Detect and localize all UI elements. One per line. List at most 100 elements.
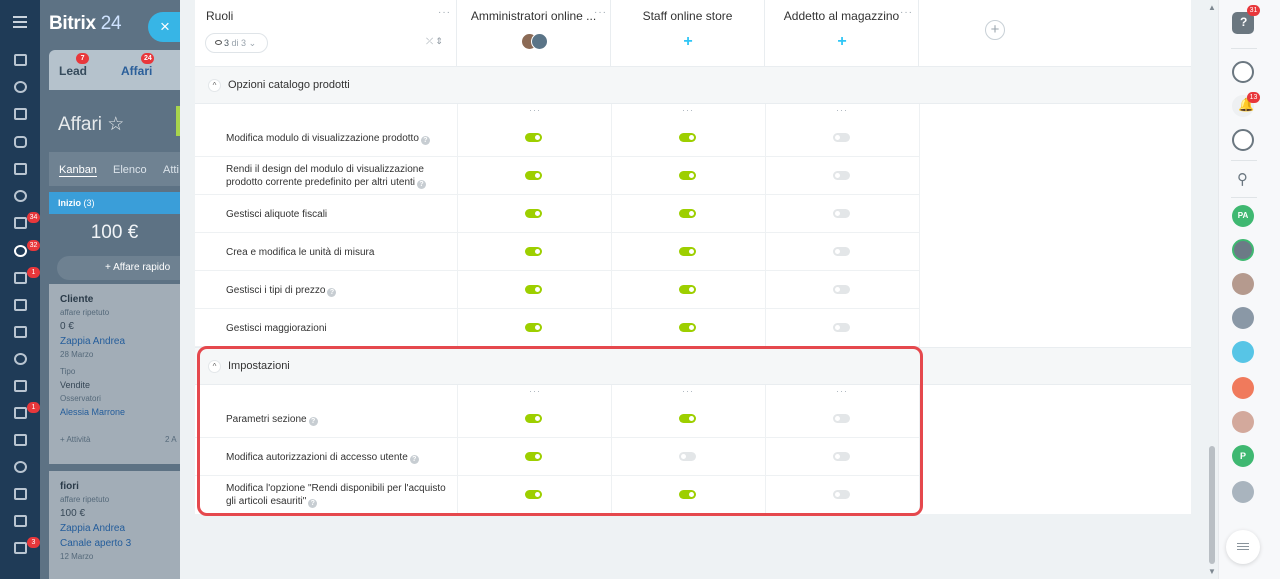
permission-toggle[interactable] [833, 247, 850, 256]
permission-toggle[interactable] [679, 323, 696, 332]
deal-title[interactable]: Cliente [60, 292, 169, 307]
vertical-scrollbar[interactable]: ▲ ▼ [1206, 0, 1218, 579]
avatar[interactable] [1232, 481, 1254, 503]
permission-toggle[interactable] [525, 209, 542, 218]
tab-lead[interactable]: Lead 7 [59, 53, 90, 78]
target-icon[interactable] [14, 190, 27, 202]
analytics-icon[interactable] [14, 515, 27, 527]
deal-contact[interactable]: Zappia Andrea [60, 521, 169, 536]
permission-toggle[interactable] [679, 247, 696, 256]
scroll-up-icon[interactable]: ▲ [1208, 3, 1216, 12]
more-icon[interactable]: ··· [529, 105, 541, 115]
chat-avatar[interactable] [1232, 341, 1254, 363]
drive-icon[interactable] [14, 326, 27, 338]
more-icon[interactable]: ··· [682, 105, 694, 115]
permission-toggle[interactable] [679, 285, 696, 294]
crm-icon[interactable] [14, 245, 27, 257]
deal-observers-value[interactable]: Alessia Marrone [60, 405, 169, 420]
permission-toggle[interactable] [833, 171, 850, 180]
permission-toggle[interactable] [679, 209, 696, 218]
scroll-down-icon[interactable]: ▼ [1208, 567, 1216, 576]
nav-badge: 3 [27, 537, 40, 548]
permission-text: Gestisci aliquote fiscali [226, 209, 328, 220]
permission-toggle[interactable] [833, 133, 850, 142]
avatar[interactable]: P [1232, 445, 1254, 467]
close-slider-button[interactable]: × [148, 12, 182, 42]
add-member-icon[interactable]: + [681, 34, 695, 50]
messenger-icon[interactable] [1232, 129, 1254, 151]
help-icon[interactable]: ? [417, 180, 426, 189]
collapse-expand-icon[interactable]: ⤫⇕ [426, 36, 445, 47]
permission-toggle[interactable] [525, 247, 542, 256]
feed-icon[interactable] [14, 81, 27, 93]
inbox-icon[interactable] [14, 272, 27, 284]
more-icon[interactable]: ··· [438, 7, 451, 18]
permission-toggle[interactable] [679, 171, 696, 180]
permission-toggle[interactable] [833, 285, 850, 294]
contact-center-icon[interactable] [14, 299, 27, 311]
section-header[interactable]: ^ Opzioni catalogo prodotti [195, 66, 1191, 104]
help-icon[interactable]: ? [327, 288, 337, 297]
checklist-icon[interactable] [14, 217, 27, 229]
kanban-column-header[interactable]: Inizio (3) [49, 192, 180, 214]
permission-toggle[interactable] [833, 209, 850, 218]
crm-background: Bitrix 24 × Lead 7 Affari 24 Affari ☆ Ka… [40, 0, 197, 579]
permission-label: Gestisci aliquote fiscali [226, 208, 446, 221]
expand-menu-button[interactable] [1226, 530, 1260, 564]
avatar[interactable] [1232, 239, 1254, 261]
tasks-icon[interactable] [14, 108, 27, 120]
role-members-avatars[interactable] [521, 33, 549, 51]
contact-avatar[interactable] [1232, 411, 1254, 433]
deal-title[interactable]: fiori [60, 479, 169, 494]
role-name[interactable]: Staff online store [611, 9, 764, 23]
more-icon[interactable]: ··· [900, 7, 913, 18]
mail-icon[interactable] [14, 407, 27, 419]
logo-number: 24 [100, 13, 122, 34]
add-activity-link[interactable]: + Attività [60, 435, 90, 444]
view-attivita[interactable]: Atti [163, 164, 179, 176]
role-filter-selector[interactable]: 3 di 3 ⌄ [205, 33, 268, 53]
calendar-icon[interactable] [14, 163, 27, 175]
deal-contact[interactable]: Zappia Andrea [60, 334, 169, 349]
star-icon[interactable]: ☆ [107, 114, 124, 135]
avatar[interactable] [1232, 273, 1254, 295]
more-icon[interactable]: ··· [836, 105, 848, 115]
scrollbar-thumb[interactable] [1209, 446, 1215, 564]
bank-icon[interactable] [14, 434, 27, 446]
permission-toggle[interactable] [525, 171, 542, 180]
marketing-icon[interactable] [14, 461, 27, 473]
employees-icon[interactable] [14, 353, 27, 365]
add-member-icon[interactable]: + [835, 34, 849, 50]
view-elenco[interactable]: Elenco [113, 164, 147, 176]
avatar[interactable] [1232, 307, 1254, 329]
role-name[interactable]: Addetto al magazzino [765, 9, 918, 23]
activity-stream-icon[interactable] [1232, 61, 1254, 83]
chevron-up-icon[interactable]: ^ [208, 79, 221, 92]
help-icon[interactable]: ? [420, 136, 430, 145]
permission-toggle[interactable] [525, 285, 542, 294]
inventory-icon[interactable] [14, 542, 27, 554]
contact-avatar[interactable] [1232, 377, 1254, 399]
deal-card[interactable]: Cliente affare ripetuto 0 € Zappia Andre… [49, 284, 180, 464]
deal-card[interactable]: fiori affare ripetuto 100 € Zappia Andre… [49, 471, 180, 579]
deal-channel[interactable]: Canale aperto 3 [60, 536, 169, 551]
search-icon[interactable]: ⚲ [1237, 170, 1248, 188]
chat-icon[interactable] [14, 136, 27, 148]
permission-toggle[interactable] [679, 133, 696, 142]
avatar[interactable]: PA [1232, 205, 1254, 227]
shop-icon[interactable] [14, 488, 27, 500]
deal-activity[interactable]: + Attività 2 A [60, 434, 177, 446]
permission-toggle[interactable] [525, 133, 542, 142]
quick-deal-button[interactable]: + Affare rapido [57, 256, 197, 280]
more-icon[interactable]: ··· [594, 7, 607, 18]
documents-icon[interactable] [14, 380, 27, 392]
permission-toggle[interactable] [833, 323, 850, 332]
menu-icon[interactable] [13, 16, 27, 28]
tab-affari[interactable]: Affari 24 [121, 53, 155, 78]
add-role-button[interactable]: + [985, 20, 1005, 40]
role-column-header: Amministratori online ... ··· [457, 0, 611, 66]
permission-toggle[interactable] [525, 323, 542, 332]
role-name[interactable]: Amministratori online ... [457, 9, 610, 23]
view-kanban[interactable]: Kanban [59, 164, 97, 177]
home-icon[interactable] [14, 54, 27, 66]
